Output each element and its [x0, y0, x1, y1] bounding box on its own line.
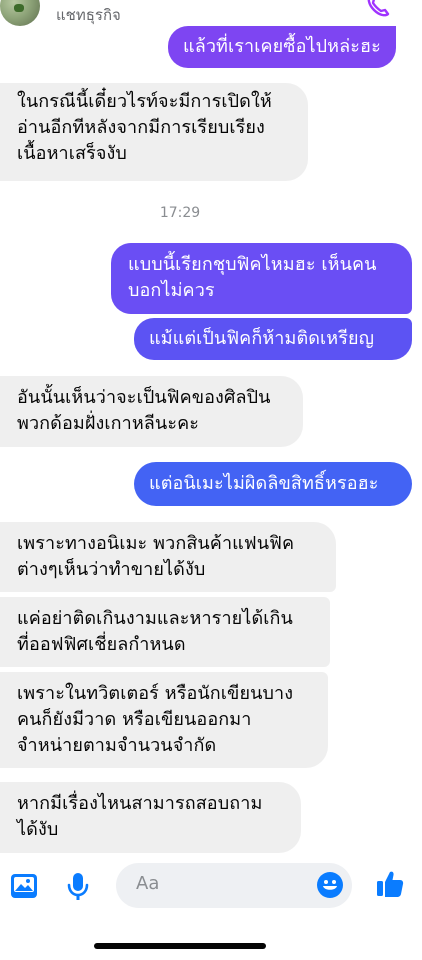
message-bubble-incoming[interactable]: เพราะในทวิตเตอร์ หรือนักเขียนบาง คนก็ยัง…: [0, 672, 328, 768]
message-bubble-incoming[interactable]: ในกรณีนี้เดี๋ยวไรท์จะมีการเปิดให้ อ่านอี…: [0, 83, 308, 181]
photo-icon[interactable]: [10, 873, 38, 899]
header-subtitle: แชทธุรกิจ: [56, 6, 121, 24]
message-bubble-outgoing[interactable]: แล้วที่เราเคยซื้อไปหล่ะฮะ: [168, 26, 396, 68]
like-icon[interactable]: [375, 869, 405, 899]
message-bubble-outgoing[interactable]: แบบนี้เรียกชุบฟิคไหมฮะ เห็นคน บอกไม่ควร: [111, 243, 412, 314]
mic-icon[interactable]: [67, 872, 89, 902]
message-bubble-outgoing[interactable]: แต่อนิเมะไม่ผิดลิขสิทธิ์หรอฮะ: [134, 462, 412, 506]
message-bubble-incoming[interactable]: หากมีเรื่องไหนสามารถสอบถาม ได้งับ: [0, 782, 301, 853]
avatar[interactable]: [0, 0, 40, 26]
message-bubble-incoming[interactable]: เพราะทางอนิเมะ พวกสินค้าแฟนฟิค ต่างๆเห็น…: [0, 522, 336, 592]
message-bubble-incoming[interactable]: อันนั้นเห็นว่าจะเป็นฟิคของศิลปิน พวกด้อม…: [0, 376, 303, 447]
message-input[interactable]: Aa: [116, 863, 352, 908]
message-timestamp: 17:29: [159, 205, 201, 221]
phone-icon[interactable]: [366, 0, 390, 18]
message-input-placeholder: Aa: [136, 873, 160, 894]
message-composer: Aa: [0, 858, 422, 918]
message-bubble-incoming[interactable]: แค่อย่าติดเกินงามและหารายได้เกิน ที่ออฟฟ…: [0, 597, 330, 667]
emoji-icon[interactable]: [316, 871, 344, 899]
home-indicator: [94, 943, 266, 949]
message-bubble-outgoing[interactable]: แม้แต่เป็นฟิคก็ห้ามติดเหรียญ: [134, 318, 412, 360]
